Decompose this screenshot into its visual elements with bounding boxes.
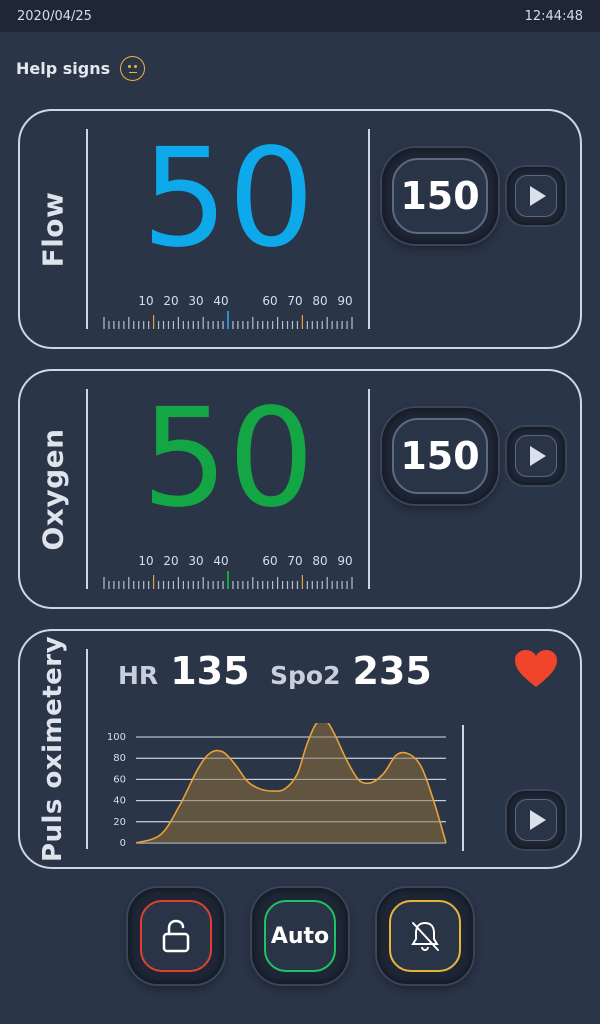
hr-label: HR: [118, 661, 159, 690]
oxygen-setpoint-button[interactable]: 150: [382, 408, 498, 504]
spo2-readout: Spo2 235: [270, 649, 432, 693]
flow-value: 50: [141, 120, 315, 278]
hr-readout: HR 135: [118, 649, 250, 693]
scale-label: 90: [337, 294, 353, 308]
scale-label: 80: [312, 294, 328, 308]
pulse-chart: 0 20 40 60 80 100: [107, 723, 447, 849]
heart-icon: [515, 650, 557, 687]
y-tick-label: 0: [120, 838, 126, 849]
spo2-label: Spo2: [270, 661, 341, 690]
oxygen-setpoint-value: 150: [392, 418, 488, 494]
scale-label: 40: [213, 294, 229, 308]
y-tick-label: 80: [113, 753, 126, 764]
y-tick-label: 100: [107, 732, 126, 743]
play-icon: [515, 175, 557, 217]
pulse-play-button[interactable]: [507, 791, 565, 849]
scale-label: 30: [188, 554, 204, 568]
oxygen-label: Oxygen: [36, 427, 70, 551]
play-icon: [515, 435, 557, 477]
flow-panel: Flow 50 10 20 30 40 60 70 80 90 150: [18, 109, 582, 349]
unlock-icon: [162, 919, 190, 953]
auto-label: Auto: [270, 923, 330, 949]
flow-setpoint-button[interactable]: 150: [382, 148, 498, 244]
neutral-face-icon[interactable]: [120, 55, 146, 81]
oxygen-scale: [103, 571, 353, 589]
flow-scale-labels: 10 20 30 40 60 70 80 90: [102, 294, 354, 308]
y-tick-label: 40: [113, 796, 126, 807]
bell-off-icon: [411, 921, 439, 952]
scale-label: 60: [262, 554, 278, 568]
auto-button[interactable]: Auto: [252, 888, 348, 984]
help-signs-label: Help signs: [16, 58, 111, 78]
play-icon: [515, 799, 557, 841]
status-date: 2020/04/25: [17, 8, 92, 24]
scale-label: 30: [188, 294, 204, 308]
oxygen-value: 50: [141, 380, 315, 538]
scale-label: 10: [138, 294, 154, 308]
status-bar: 2020/04/25 12:44:48: [0, 0, 600, 32]
mute-alarm-button[interactable]: [377, 888, 473, 984]
scale-label: 40: [213, 554, 229, 568]
scale-label: 20: [163, 294, 179, 308]
scale-label: 70: [287, 294, 303, 308]
flow-label: Flow: [36, 191, 70, 267]
oxygen-scale-labels: 10 20 30 40 60 70 80 90: [102, 554, 354, 568]
hr-value: 135: [170, 649, 250, 693]
scale-label: 60: [262, 294, 278, 308]
scale-label: 90: [337, 554, 353, 568]
y-tick-label: 60: [113, 774, 126, 785]
scale-label: 20: [163, 554, 179, 568]
status-time: 12:44:48: [524, 8, 583, 24]
scale-label: 70: [287, 554, 303, 568]
flow-play-button[interactable]: [507, 167, 565, 225]
y-tick-label: 20: [113, 817, 126, 828]
scale-label: 80: [312, 554, 328, 568]
spo2-value: 235: [352, 649, 432, 693]
flow-scale: [103, 311, 353, 329]
pulse-oximetry-panel: Puls oximetery HR 135 Spo2 235 0 20 40 60 80…: [18, 629, 582, 869]
help-signs[interactable]: Help signs: [16, 54, 146, 82]
scale-label: 10: [138, 554, 154, 568]
oxygen-panel: Oxygen 50 10 20 30 40 60 70 80 90 150: [18, 369, 582, 609]
oxygen-play-button[interactable]: [507, 427, 565, 485]
flow-setpoint-value: 150: [392, 158, 488, 234]
lock-button[interactable]: [128, 888, 224, 984]
pulse-label: Puls oximetery: [38, 635, 69, 863]
